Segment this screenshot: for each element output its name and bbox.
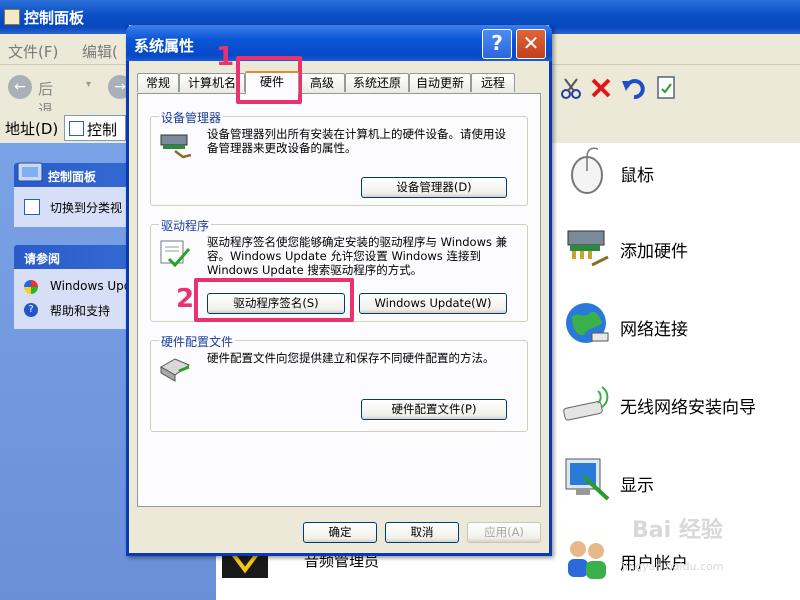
- device-manager-button[interactable]: 设备管理器(D): [361, 177, 507, 198]
- hardware-profiles-group: 硬件配置文件 硬件配置文件向您提供建立和保存不同硬件配置的方法。 硬件配置文件(…: [150, 333, 528, 432]
- dialog-titlebar[interactable]: 系统属性 ? ✕: [126, 25, 552, 61]
- switch-view-icon: [24, 199, 40, 215]
- delete-icon[interactable]: [590, 77, 612, 99]
- item-network-label: 网络连接: [620, 320, 688, 340]
- address-folder-icon: [69, 121, 84, 136]
- driver-signing-highlight: [194, 278, 354, 322]
- help-button[interactable]: ?: [482, 29, 512, 59]
- menu-file[interactable]: 文件(F): [8, 41, 58, 62]
- mouse-icon: [571, 147, 603, 194]
- item-mouse-label: 鼠标: [620, 166, 654, 186]
- users-icon: [568, 541, 606, 579]
- item-add-hardware-label: 添加硬件: [620, 242, 688, 262]
- section-control-panel-title: 控制面板: [48, 170, 97, 184]
- tab-hardware[interactable]: 硬件: [245, 71, 299, 94]
- ok-button[interactable]: 确定: [303, 522, 377, 543]
- drivers-description: 驱动程序签名使您能够确定安装的驱动程序与 Windows 兼容。Windows …: [207, 235, 508, 277]
- windows-update-icon: [24, 280, 38, 294]
- tab-automatic-updates[interactable]: 自动更新: [409, 73, 471, 92]
- address-label: 地址(D): [5, 120, 59, 138]
- hardware-profiles-group-label: 硬件配置文件: [159, 333, 236, 350]
- item-network[interactable]: 网络连接: [562, 299, 792, 355]
- properties-icon[interactable]: [656, 75, 678, 101]
- apply-button[interactable]: 应用(A): [467, 522, 541, 543]
- drivers-group-label: 驱动程序: [159, 217, 212, 234]
- cancel-button[interactable]: 取消: [385, 522, 459, 543]
- control-panel-app-icon: [4, 9, 20, 25]
- device-manager-group: 设备管理器 设备管理器列出所有安装在计算机上的硬件设备。请使用设备管理器来更改设…: [150, 109, 528, 206]
- device-manager-icon: [160, 134, 192, 159]
- hardware-profiles-button[interactable]: 硬件配置文件(P): [361, 399, 507, 420]
- undo-icon[interactable]: [622, 77, 646, 99]
- dialog-title: 系统属性: [134, 37, 195, 55]
- item-add-hardware[interactable]: 添加硬件: [562, 221, 792, 277]
- tab-system-restore[interactable]: 系统还原: [345, 73, 409, 92]
- watermark-url: jingyan.baidu.com: [622, 560, 724, 573]
- help-support-link[interactable]: 帮助和支持: [50, 302, 110, 319]
- windows-update-link[interactable]: Windows Upd: [50, 279, 131, 293]
- close-button[interactable]: ✕: [516, 29, 546, 59]
- item-wireless-wizard[interactable]: 无线网络安装向导: [562, 377, 792, 433]
- item-mouse[interactable]: 鼠标: [562, 145, 792, 201]
- switch-category-view-link[interactable]: 切换到分类视: [50, 199, 122, 216]
- device-manager-description: 设备管理器列出所有安装在计算机上的硬件设备。请使用设备管理器来更改设备的属性。: [207, 127, 506, 155]
- hardware-profiles-description: 硬件配置文件向您提供建立和保存不同硬件配置的方法。: [207, 351, 495, 365]
- help-icon: ?: [24, 303, 38, 317]
- tab-strip: 常规 计算机名 硬件 高级 系统还原 自动更新 远程: [137, 71, 541, 94]
- add-hardware-icon: [567, 230, 609, 267]
- step-1-marker: 1: [216, 42, 235, 72]
- cut-icon[interactable]: [560, 77, 582, 99]
- menu-edit[interactable]: 编辑(: [82, 41, 118, 62]
- tab-remote[interactable]: 远程: [471, 73, 515, 92]
- tab-advanced[interactable]: 高级: [299, 73, 345, 92]
- item-wireless-wizard-label: 无线网络安装向导: [620, 398, 756, 418]
- driver-signing-icon: [160, 240, 191, 268]
- control-panel-title: 控制面板: [24, 9, 85, 27]
- address-value: 控制: [87, 121, 118, 139]
- display-icon: [565, 458, 610, 501]
- item-display[interactable]: 显示: [562, 455, 792, 511]
- tab-general[interactable]: 常规: [137, 73, 179, 92]
- network-icon: [566, 303, 609, 343]
- address-input[interactable]: 控制: [64, 115, 126, 141]
- windows-update-button[interactable]: Windows Update(W): [359, 293, 507, 314]
- section-see-also-title: 请参阅: [24, 252, 61, 266]
- step-2-marker: 2: [176, 284, 195, 314]
- hardware-profiles-icon: [159, 358, 191, 382]
- watermark-logo: Bai 经验: [632, 518, 723, 543]
- control-panel-icon: [17, 162, 43, 182]
- item-display-label: 显示: [620, 476, 654, 496]
- device-manager-group-label: 设备管理器: [159, 109, 224, 126]
- back-dropdown-icon[interactable]: ▾: [86, 79, 91, 90]
- dialog-button-row: 确定 取消 应用(A): [129, 520, 549, 550]
- wireless-icon: [563, 386, 609, 421]
- back-arrow-icon: ←: [8, 75, 32, 99]
